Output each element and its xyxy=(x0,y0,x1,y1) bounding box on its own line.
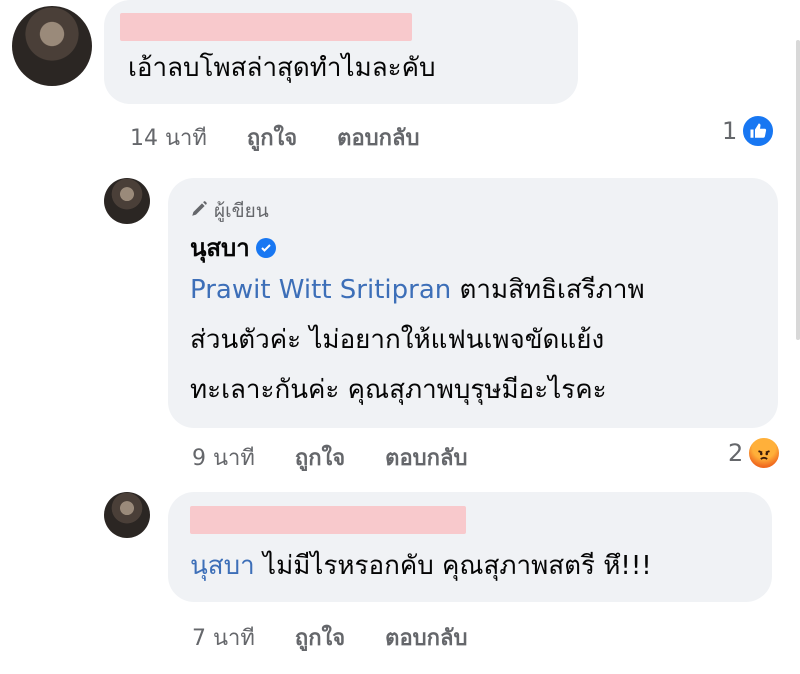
author-badge-label: ผู้เขียน xyxy=(214,200,269,222)
scrollbar[interactable] xyxy=(796,40,800,340)
comment-text-line-1: Prawit Witt Sritipran ตามสิทธิเสรีภาพ xyxy=(190,272,645,308)
reply-link[interactable]: ตอบกลับ xyxy=(385,620,467,655)
reaction-summary[interactable]: 2 xyxy=(728,436,782,470)
comment-bubble: เอ้าลบโพสล่าสุดทำไมละคับ xyxy=(104,0,578,104)
comment-actions: 7 นาที ถูกใจ ตอบกลับ xyxy=(192,620,467,655)
author-name[interactable]: นุสบา xyxy=(190,228,250,267)
commenter-avatar[interactable] xyxy=(12,6,92,86)
commenter-avatar[interactable] xyxy=(104,492,150,538)
verified-badge-icon xyxy=(255,237,276,258)
author-avatar[interactable] xyxy=(104,178,150,224)
redacted-name xyxy=(190,506,466,534)
mention-link[interactable]: นุสบา xyxy=(190,551,255,581)
reply-link[interactable]: ตอบกลับ xyxy=(385,440,467,475)
author-name-row: นุสบา xyxy=(190,228,276,267)
reaction-count: 1 xyxy=(722,117,738,145)
like-icon xyxy=(741,114,776,148)
like-link[interactable]: ถูกใจ xyxy=(295,620,345,655)
comment-time[interactable]: 14 นาที xyxy=(130,120,207,155)
comment-time[interactable]: 9 นาที xyxy=(192,440,255,475)
comment-actions: 14 นาที ถูกใจ ตอบกลับ xyxy=(130,120,419,155)
comment-text: ไม่มีไรหรอกคับ คุณสุภาพสตรี หึ!!! xyxy=(263,551,652,581)
redacted-name xyxy=(120,13,412,41)
angry-icon xyxy=(747,436,782,470)
comment-text: ตามสิทธิเสรีภาพ xyxy=(459,275,645,305)
reply-link[interactable]: ตอบกลับ xyxy=(337,120,419,155)
mention-link[interactable]: Prawit Witt Sritipran xyxy=(190,275,451,305)
like-link[interactable]: ถูกใจ xyxy=(295,440,345,475)
comment-text-line: นุสบา ไม่มีไรหรอกคับ คุณสุภาพสตรี หึ!!! xyxy=(190,548,652,584)
like-link[interactable]: ถูกใจ xyxy=(247,120,297,155)
comment-text-line-3: ทะเลาะกันค่ะ คุณสุภาพบุรุษมีอะไรคะ xyxy=(190,375,607,405)
reaction-summary[interactable]: 1 xyxy=(722,114,776,148)
comment-actions: 9 นาที ถูกใจ ตอบกลับ xyxy=(192,440,467,475)
comment-bubble: ผู้เขียน นุสบา Prawit Witt Sritipran ตาม… xyxy=(168,178,778,428)
comment-text-line-2: ส่วนตัวค่ะ ไม่อยากให้แฟนเพจขัดแย้ง xyxy=(190,325,605,355)
author-badge: ผู้เขียน xyxy=(190,196,269,226)
comment-time[interactable]: 7 นาที xyxy=(192,620,255,655)
pencil-icon xyxy=(190,200,208,223)
comment-bubble: นุสบา ไม่มีไรหรอกคับ คุณสุภาพสตรี หึ!!! xyxy=(168,492,772,602)
comment-text: เอ้าลบโพสล่าสุดทำไมละคับ xyxy=(128,53,436,83)
reaction-count: 2 xyxy=(728,439,744,467)
